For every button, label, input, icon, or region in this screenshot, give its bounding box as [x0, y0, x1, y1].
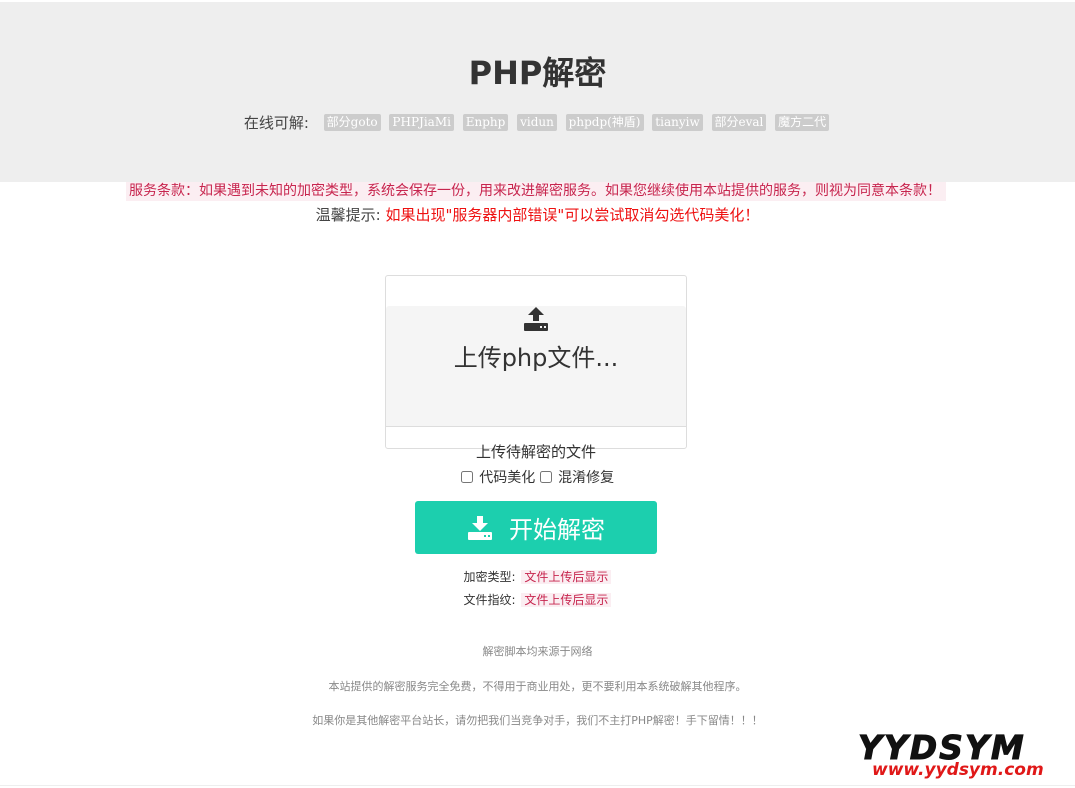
upload-panel: 上传php文件... 上传待解密的文件 [385, 275, 687, 461]
tip-label: 温馨提示: [315, 206, 381, 224]
footer-free-note: 本站提供的解密服务完全免费，不得用于商业用处，更不要利用本系统破解其他程序。 [328, 680, 747, 693]
terms-notice: 服务条款：如果遇到未知的加密类型，系统会保存一份，用来改进解密服务。如果您继续使… [126, 182, 946, 201]
beautify-option[interactable]: 代码美化 [460, 470, 540, 486]
badge-phpdp: phpdp(神盾) [565, 114, 644, 131]
start-button-label: 开始解密 [509, 516, 605, 544]
obfuscation-option[interactable]: 混淆修复 [539, 470, 615, 486]
encryption-type-label: 加密类型: [463, 570, 516, 584]
badge-phpjiami: PHPJiaMi [389, 114, 454, 131]
page-title: PHP解密 [468, 54, 607, 92]
encryption-type-value: 文件上传后显示 [521, 570, 612, 584]
download-icon [468, 515, 492, 540]
watermark-url: www.yydsym.com [872, 760, 1044, 780]
badge-tianyiw: tianyiw [652, 114, 703, 131]
badge-enphp: Enphp [462, 114, 509, 131]
encryption-type-row: 加密类型: 文件上传后显示 [0, 568, 1075, 586]
options-row: 代码美化 混淆修复 [0, 467, 1075, 487]
upload-dropzone[interactable]: 上传php文件... [386, 306, 686, 427]
upload-icon [524, 307, 548, 331]
file-fingerprint-value: 文件上传后显示 [521, 593, 612, 607]
badge-eval: 部分eval [711, 114, 767, 131]
badge-goto: 部分goto [323, 114, 381, 131]
tip-notice: 温馨提示: 如果出现"服务器内部错误"可以尝试取消勾选代码美化！ [0, 205, 1075, 225]
badge-vidun: vidun [517, 114, 557, 131]
online-label: 在线可解: [243, 114, 309, 132]
upload-title: 上传php文件... [453, 344, 619, 372]
footer-competitor-note: 如果你是其他解密平台站长，请勿把我们当竞争对手，我们不主打PHP解密！手下留情！… [312, 714, 763, 727]
file-fingerprint-label: 文件指纹: [463, 593, 516, 607]
footer-source-note: 解密脚本均来源于网络 [482, 645, 593, 658]
watermark-logo: YYDSYM www.yydsym.com [858, 728, 1063, 782]
obfuscation-checkbox[interactable] [539, 471, 552, 483]
file-fingerprint-row: 文件指纹: 文件上传后显示 [0, 591, 1075, 609]
obfuscation-label: 混淆修复 [558, 470, 615, 486]
badge-mofang: 魔方二代 [775, 114, 830, 131]
supported-types-row: 在线可解: 部分goto PHPJiaMi Enphp vidun phpdp(… [0, 112, 1075, 133]
bottom-divider [0, 785, 1075, 786]
beautify-label: 代码美化 [479, 470, 536, 486]
tip-text: 如果出现"服务器内部错误"可以尝试取消勾选代码美化！ [385, 206, 760, 224]
start-decrypt-button[interactable]: 开始解密 [415, 501, 657, 554]
beautify-checkbox[interactable] [460, 471, 473, 483]
